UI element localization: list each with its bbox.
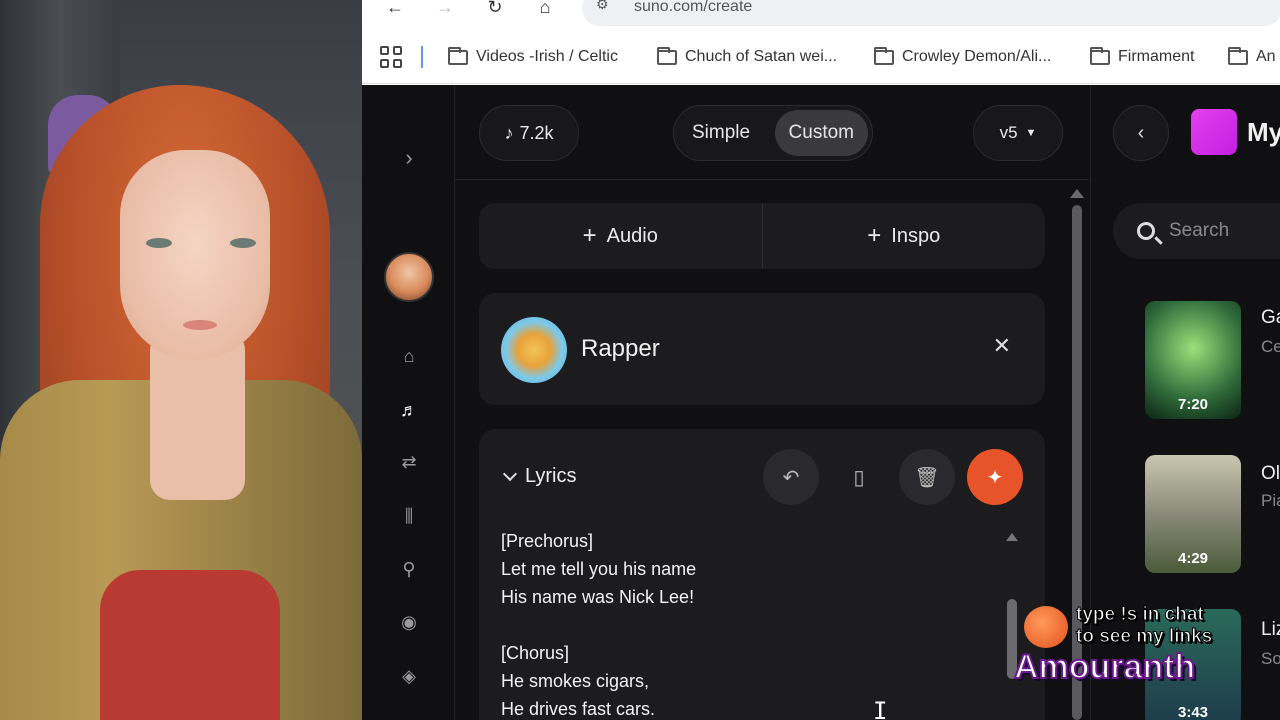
left-nav-rail: › ⌂ ♬ ⇄ ⫼ ⚲ ◉ ◈	[362, 85, 455, 720]
model-label: v5	[999, 123, 1018, 142]
bookmarks-divider	[421, 46, 423, 68]
radio-icon[interactable]: ◉	[398, 611, 420, 633]
plus-icon: +	[582, 222, 597, 249]
streamer-eye	[146, 238, 172, 248]
bookmark-crowley[interactable]: Crowley Demon/Ali...	[874, 46, 1051, 68]
back-arrow-icon[interactable]: ←	[382, 0, 408, 16]
credits-count: 7.2k	[519, 122, 554, 143]
create-panel: ♪ 7.2k Simple Custom v5 ▼ + Audio + Insp…	[455, 85, 1089, 720]
song-duration: 7:20	[1177, 396, 1209, 413]
library-icon[interactable]: ⫼	[398, 505, 420, 527]
search-placeholder: Search	[1169, 220, 1230, 241]
bookmark-label: Crowley Demon/Ali...	[902, 48, 1052, 65]
bookmark-label: An	[1256, 48, 1276, 65]
add-audio-button[interactable]: + Audio	[479, 203, 762, 269]
folder-icon	[448, 46, 468, 65]
overlay-line-2: to see my links	[1075, 626, 1213, 648]
bookmark-label: Chuch of Satan wei...	[685, 48, 838, 65]
mode-custom-button[interactable]: Custom	[774, 110, 868, 156]
overlay-streamer-name: Amouranth	[1013, 647, 1196, 687]
plus-icon: +	[867, 222, 882, 249]
persona-image	[501, 317, 567, 383]
stream-overlay: type !s in chat to see my links Amourant…	[1013, 604, 1280, 688]
caret-down-icon: ▼	[1025, 127, 1037, 139]
forward-arrow-icon[interactable]: →	[432, 0, 458, 16]
search-input[interactable]: Search	[1113, 203, 1280, 259]
bookmark-videos[interactable]: Videos -Irish / Celtic	[448, 46, 618, 68]
mode-simple-button[interactable]: Simple	[678, 110, 764, 156]
song-duration: 3:43	[1177, 704, 1209, 720]
create-topbar: ♪ 7.2k Simple Custom v5 ▼	[455, 85, 1089, 180]
webcam-feed	[0, 0, 362, 720]
lyrics-label: Lyrics	[525, 465, 577, 487]
folder-icon	[657, 46, 677, 65]
reload-icon[interactable]: ↻	[482, 0, 508, 16]
chevron-down-icon	[502, 466, 518, 481]
add-inspo-button[interactable]: + Inspo	[761, 203, 1046, 269]
bookmark-label: Videos -Irish / Celtic	[476, 48, 618, 65]
search-icon	[1137, 222, 1155, 240]
lyrics-textarea[interactable]: [Prechorus] Let me tell you his name His…	[501, 527, 696, 720]
model-select[interactable]: v5 ▼	[973, 105, 1063, 161]
workspace-thumbnail[interactable]	[1191, 109, 1237, 155]
song-subtitle: Pia	[1261, 491, 1280, 510]
text-cursor-icon: I	[873, 697, 888, 720]
magic-wand-icon[interactable]: ✦	[967, 449, 1023, 505]
streamer-eye	[230, 238, 256, 248]
add-audio-label: Audio	[606, 224, 658, 247]
workspace-title: My	[1247, 117, 1280, 147]
persona-name: Rapper	[581, 335, 660, 362]
home-icon[interactable]: ⌂	[532, 0, 558, 16]
folder-icon	[1228, 46, 1248, 65]
folder-icon	[874, 46, 894, 65]
bookmarks-bar: Videos -Irish / Celtic Chuch of Satan we…	[362, 36, 1280, 84]
bookmark-firmament[interactable]: Firmament	[1090, 46, 1194, 68]
bookmark-icon[interactable]: ▯	[831, 449, 887, 505]
song-title[interactable]: Ol	[1261, 463, 1280, 485]
song-title[interactable]: Ga	[1261, 307, 1280, 329]
search-icon[interactable]: ⚲	[398, 558, 420, 580]
studio-icon[interactable]: ⇄	[398, 451, 420, 473]
peach-icon	[1024, 606, 1068, 648]
apps-grid-icon[interactable]	[380, 46, 402, 68]
site-settings-icon[interactable]: ⚙	[596, 0, 609, 13]
trash-icon[interactable]: 🗑	[899, 449, 955, 505]
lyrics-toggle[interactable]: Lyrics	[502, 465, 577, 488]
undo-icon[interactable]: ↶	[763, 449, 819, 505]
explore-compass-icon[interactable]: ◈	[398, 665, 420, 687]
add-source-bar: + Audio + Inspo	[479, 203, 1045, 269]
persona-card: Rapper ✕	[479, 293, 1045, 405]
folder-icon	[1090, 46, 1110, 65]
add-inspo-label: Inspo	[891, 224, 941, 247]
streamer-lips	[183, 320, 217, 330]
lyrics-card: Lyrics ↶ ▯ 🗑 ✦ [Prechorus] Let me tell y…	[479, 429, 1045, 720]
music-note-icon: ♪	[504, 122, 514, 143]
mode-toggle: Simple Custom	[673, 105, 873, 161]
song-subtitle: Ce	[1261, 337, 1280, 356]
song-cover[interactable]: 7:20	[1145, 301, 1241, 419]
song-duration: 4:29	[1177, 550, 1209, 567]
home-icon[interactable]: ⌂	[398, 345, 420, 367]
create-music-icon[interactable]: ♬	[398, 399, 420, 421]
url-text: suno.com/create	[634, 0, 753, 15]
bookmark-more[interactable]: An	[1228, 46, 1276, 68]
back-button[interactable]: ‹	[1113, 105, 1169, 161]
credits-button[interactable]: ♪ 7.2k	[479, 105, 579, 161]
streamer-dress	[100, 570, 280, 720]
address-bar: ← → ↻ ⌂ ⚙ suno.com/create	[362, 0, 1280, 36]
scroll-up-icon[interactable]	[1070, 189, 1084, 198]
scroll-up-icon[interactable]	[1006, 533, 1018, 541]
bookmark-church[interactable]: Chuch of Satan wei...	[657, 46, 837, 68]
song-cover[interactable]: 4:29	[1145, 455, 1241, 573]
expand-chevron-icon[interactable]: ›	[398, 147, 420, 169]
bookmark-label: Firmament	[1118, 48, 1195, 65]
overlay-line-1: type !s in chat	[1076, 604, 1205, 626]
close-icon[interactable]: ✕	[993, 333, 1011, 359]
avatar[interactable]	[384, 252, 434, 302]
